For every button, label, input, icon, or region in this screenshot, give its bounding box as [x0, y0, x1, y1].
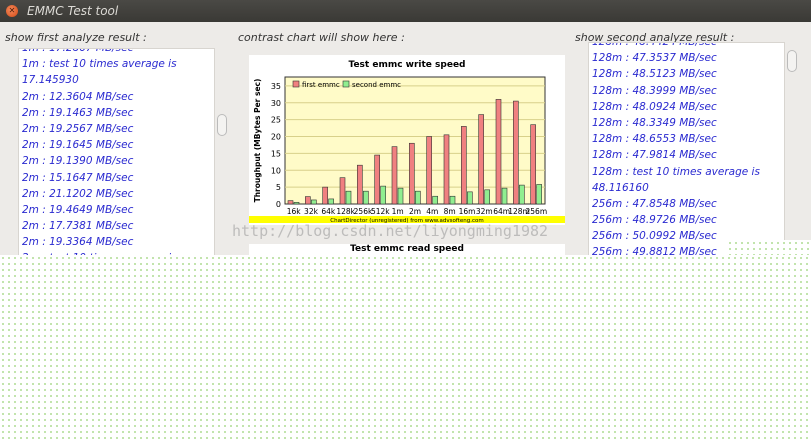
x-tick-label: 2m [409, 207, 421, 216]
main-window: show first analyze result : contrast cha… [0, 22, 811, 258]
result-row: 128m : 47.9814 MB/sec [592, 149, 717, 162]
first-result-label: show first analyze result : [5, 31, 147, 44]
bar-second-emmc [311, 199, 317, 205]
bar-second-emmc [293, 202, 300, 205]
scrollbar-thumb[interactable] [217, 114, 227, 136]
bar-first-emmc [461, 126, 467, 205]
x-tick-label: 4m [426, 207, 438, 216]
result-row: 1m : 17.2867 MB/sec [22, 48, 134, 54]
result-row: 128m : 48.0924 MB/sec [592, 100, 717, 113]
x-tick-label: 8m [444, 207, 456, 216]
y-tick-label: 25 [271, 116, 281, 125]
result-row: 2m : 15.1647 MB/sec [22, 171, 134, 184]
x-tick-label: 256m [526, 207, 548, 216]
result-row: 2m : 19.4649 MB/sec [22, 203, 134, 216]
bar-first-emmc [287, 200, 294, 205]
bar-second-emmc [449, 195, 456, 205]
title-bar: ✕ EMMC Test tool [0, 0, 811, 22]
first-result-list[interactable]: 1m : 17.2867 MB/sec 1m : test 10 times av… [18, 48, 215, 258]
x-tick-label: 64k [321, 207, 336, 216]
result-row: 2m : 19.1463 MB/sec [22, 106, 134, 119]
result-row: 2m : 21.1202 MB/sec [22, 187, 134, 200]
scrollbar-thumb[interactable] [787, 50, 797, 72]
x-tick-label: 32k [304, 207, 319, 216]
y-tick-label: 35 [271, 82, 281, 91]
bar-first-emmc [495, 99, 502, 205]
result-row: 2m : 19.1390 MB/sec [22, 155, 134, 168]
result-row: 256m : 47.8548 MB/sec [592, 197, 717, 210]
bar-first-emmc [409, 142, 415, 205]
bar-first-emmc [322, 186, 328, 205]
bar-second-emmc [467, 191, 473, 205]
bar-second-emmc [380, 185, 386, 205]
legend-swatch [292, 80, 300, 88]
bar-second-emmc [536, 184, 542, 205]
bar-first-emmc [357, 164, 363, 205]
y-tick-label: 20 [271, 133, 281, 142]
chart-title: Test emmc write speed [349, 60, 466, 70]
result-row: 2m : 19.3364 MB/sec [22, 236, 134, 249]
y-axis-label: Throughput (MBytes Per sec) [253, 79, 262, 203]
watermark: http://blog.csdn.net/liyongming1982 [232, 222, 549, 240]
bar-second-emmc [328, 198, 334, 205]
first-result-scrollbar[interactable] [216, 48, 230, 258]
result-row: 17.145930 [22, 74, 79, 87]
bar-first-emmc [443, 134, 450, 205]
bar-first-emmc [530, 124, 536, 205]
result-row: 2m : 12.3604 MB/sec [22, 90, 134, 103]
bar-second-emmc [397, 187, 404, 205]
result-row: 2m : 19.1645 MB/sec [22, 139, 134, 152]
chart-svg: Test emmc write speed 0 5 10 15 20 25 30 35 Throu… [249, 60, 565, 224]
transparent-area [0, 255, 811, 442]
result-row: 2m : 19.2567 MB/sec [22, 122, 134, 135]
legend-swatch [342, 80, 350, 88]
bar-first-emmc [374, 154, 380, 205]
x-tick-label: 32m [476, 207, 493, 216]
y-tick-label: 30 [271, 99, 281, 108]
transparent-area [727, 240, 811, 255]
bar-second-emmc [519, 184, 525, 205]
x-tick-label: 1m [392, 207, 404, 216]
plot-area [284, 76, 546, 205]
bar-second-emmc [484, 189, 490, 205]
legend-label: second emmc [352, 81, 401, 89]
window-title: EMMC Test tool [27, 4, 119, 18]
y-tick-label: 10 [271, 166, 281, 175]
bar-second-emmc [415, 190, 421, 205]
result-row: 128m : test 10 times average is [592, 165, 760, 178]
bar-second-emmc [345, 190, 352, 205]
result-row: 128m : 48.5123 MB/sec [592, 68, 717, 81]
result-row: 1m : test 10 times average is [22, 58, 177, 71]
x-tick-label: 512k [371, 207, 390, 216]
result-row: 128m : 48.6553 MB/sec [592, 133, 717, 146]
second-result-list[interactable]: 128m : 48.4424 MB/sec 128m : 47.3537 MB/s… [588, 42, 785, 258]
result-row: 128m : 48.3349 MB/sec [592, 116, 717, 129]
bar-first-emmc [391, 146, 398, 205]
y-tick-label: 15 [271, 149, 281, 158]
result-row: 128m : 48.4424 MB/sec [592, 42, 717, 48]
result-row: 256m : 48.9726 MB/sec [592, 214, 717, 227]
bar-second-emmc [432, 195, 438, 205]
chart-label: contrast chart will show here : [238, 31, 405, 44]
bar-second-emmc [501, 187, 508, 205]
write-speed-chart: Test emmc write speed 0 5 10 15 20 25 30 35 Throu… [249, 55, 565, 225]
close-icon[interactable]: ✕ [6, 5, 18, 17]
y-tick-label: 5 [276, 183, 281, 192]
bar-first-emmc [305, 196, 311, 205]
second-result-scrollbar[interactable] [786, 42, 800, 252]
legend-label: first emmc [302, 81, 340, 89]
result-row: 128m : 47.3537 MB/sec [592, 52, 717, 65]
bar-first-emmc [478, 114, 484, 205]
result-row: 48.116160 [592, 181, 649, 194]
bar-first-emmc [513, 100, 519, 205]
x-tick-label: 16k [287, 207, 302, 216]
bar-first-emmc [426, 136, 432, 205]
bar-first-emmc [339, 177, 346, 205]
result-row: 2m : 17.7381 MB/sec [22, 220, 134, 233]
x-tick-label: 16m [459, 207, 476, 216]
y-tick-label: 0 [276, 200, 281, 209]
result-row: 128m : 48.3999 MB/sec [592, 84, 717, 97]
bar-second-emmc [363, 190, 369, 205]
